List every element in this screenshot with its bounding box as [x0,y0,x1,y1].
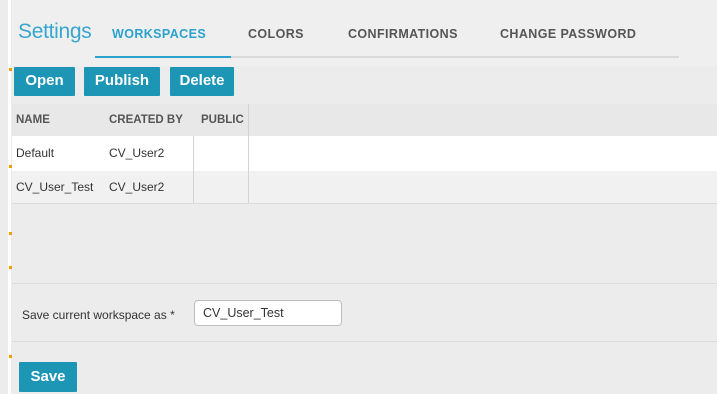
column-header-name[interactable]: NAME [12,104,105,136]
divider [12,341,717,342]
save-button[interactable]: Save [19,362,77,392]
divider [12,283,717,284]
column-divider [193,136,194,171]
column-header-public[interactable]: PUBLIC [197,104,248,136]
table-row[interactable]: CV_User_Test CV_User2 [12,171,717,203]
cell-name: Default [16,146,55,160]
save-workspace-label: Save current workspace as * [22,308,175,322]
table-bottom-border [12,203,717,204]
column-divider [248,104,249,136]
delete-button[interactable]: Delete [170,67,234,96]
cell-created-by: CV_User2 [109,146,165,160]
open-button[interactable]: Open [14,67,75,96]
column-divider [248,136,249,171]
workspace-name-input[interactable] [194,300,342,326]
cell-public [197,171,248,203]
tab-workspaces[interactable]: WORKSPACES [112,27,206,41]
tab-change-password[interactable]: CHANGE PASSWORD [500,27,636,41]
column-divider [193,171,194,203]
tab-colors[interactable]: COLORS [248,27,304,41]
tab-confirmations[interactable]: CONFIRMATIONS [348,27,458,41]
page-title: Settings [18,20,92,43]
cell-created-by: CV_User2 [109,180,165,194]
cell-public [197,136,248,171]
settings-header: Settings WORKSPACES COLORS CONFIRMATIONS… [12,0,717,66]
table-header-row: NAME CREATED BY PUBLIC [12,104,717,136]
table-row[interactable]: Default CV_User2 [12,136,717,171]
column-divider [248,171,249,203]
cell-name: CV_User_Test [16,180,94,194]
active-tab-indicator [95,56,231,58]
publish-button[interactable]: Publish [84,67,160,96]
column-header-created-by[interactable]: CREATED BY [105,104,197,136]
